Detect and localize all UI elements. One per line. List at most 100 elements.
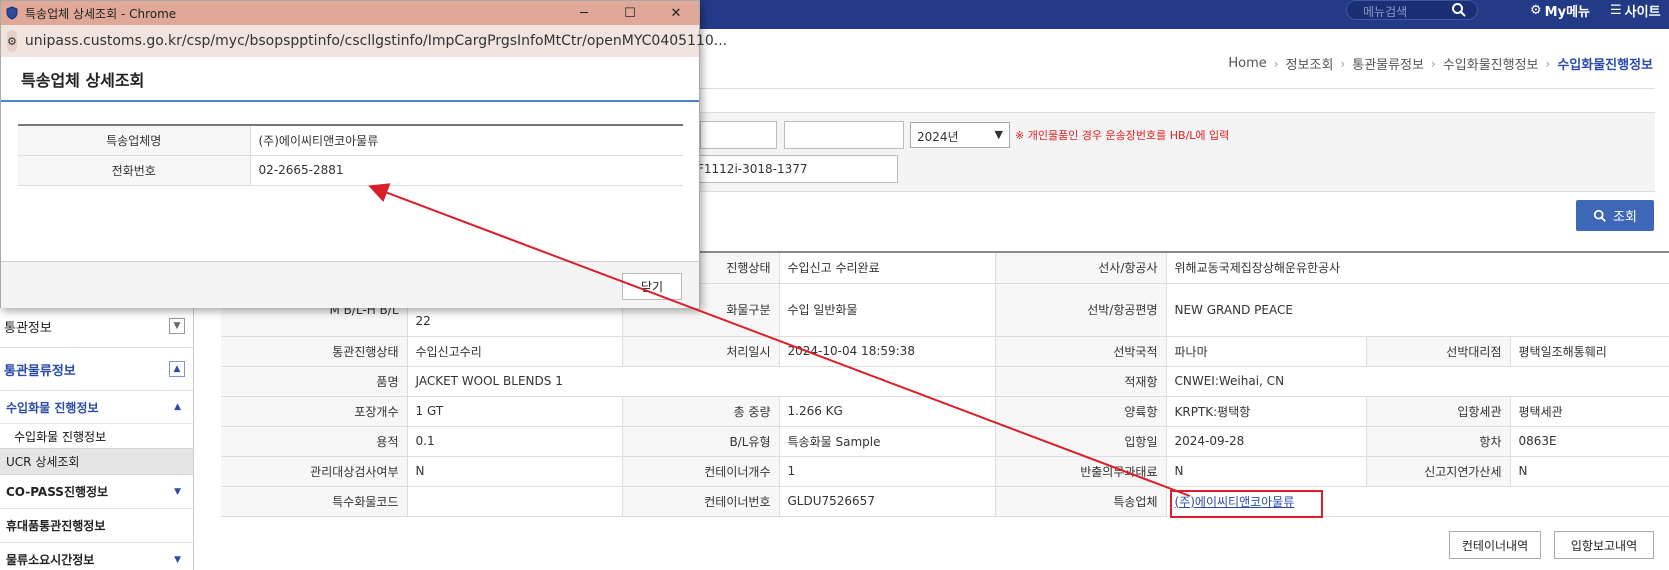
popup-titlebar[interactable]: 특송업체 상세조회 - Chrome ─ ☐ ✕ [1, 1, 699, 25]
year-select-value: 2024년 [917, 130, 959, 144]
caret-up-icon: ▲ [174, 402, 181, 412]
table-cell: 1.266 KG [779, 396, 996, 427]
breadcrumb-item[interactable]: 통관물류정보 [1352, 54, 1424, 73]
search-button[interactable]: 조회 [1576, 200, 1654, 231]
nav-item-logistics-info[interactable]: 통관물류정보 ▲ [0, 348, 193, 391]
breadcrumb: Home › 정보조회 › 통관물류정보 › 수입화물진행정보 › 수입화물진행정보 [1228, 54, 1653, 73]
site-info-icon[interactable]: ⚙ [7, 30, 17, 52]
table-cell: 선사/항공사 [995, 253, 1167, 284]
menu-search-placeholder: 메뉴검색 [1363, 5, 1408, 19]
highlight-box [1170, 490, 1323, 518]
table-cell: N [407, 456, 623, 487]
table-cell: KRPTK:평택항 [1166, 396, 1367, 427]
table-cell: 평택일조해통훼리 [1510, 336, 1669, 367]
table-cell: NEW GRAND PEACE [1166, 283, 1669, 337]
table-cell: 특송업체 [995, 486, 1167, 517]
table-cell: CNWEI:Weihai, CN [1166, 366, 1669, 397]
chevron-up-icon[interactable]: ▲ [169, 361, 185, 377]
hbl-input[interactable]: F1112i-3018-1377 [690, 155, 898, 183]
table-cell: N [1166, 456, 1367, 487]
table-cell: 양륙항 [995, 396, 1167, 427]
table-row: 전화번호 02-2665-2881 [18, 155, 683, 186]
maximize-icon[interactable]: ☐ [607, 1, 653, 25]
sitemap-button[interactable]: ☰ 사이트 [1610, 0, 1661, 20]
table-cell: 특수화물코드 [221, 486, 408, 517]
container-list-button[interactable]: 컨테이너내역 [1449, 531, 1541, 559]
popup-table: 특송업체명 (주)에이씨티앤코아물류 전화번호 02-2665-2881 [18, 124, 683, 186]
nav-item-copass[interactable]: CO-PASS진행정보 ▼ [0, 475, 193, 509]
arrival-report-button[interactable]: 입항보고내역 [1554, 531, 1654, 559]
popup-heading: 특송업체 상세조회 [1, 57, 699, 102]
table-cell: 품명 [221, 366, 408, 397]
search-icon[interactable] [1451, 2, 1467, 18]
chevron-down-icon: ▼ [994, 128, 1003, 141]
chevron-right-icon: › [1340, 56, 1346, 71]
nav-item-logistics-time[interactable]: 물류소요시간정보 ▼ [0, 543, 193, 570]
year-select[interactable]: 2024년 ▼ [910, 122, 1010, 148]
hbl-input-value: F1112i-3018-1377 [697, 162, 808, 176]
breadcrumb-item[interactable]: Home [1228, 56, 1266, 71]
table-cell: 특송업체명 [18, 125, 251, 156]
popup-url: unipass.customs.go.kr/csp/myc/bsopspptin… [24, 33, 728, 49]
table-cell: 전화번호 [18, 155, 251, 186]
table-cell: N [1510, 456, 1669, 487]
close-icon[interactable]: ✕ [653, 1, 699, 25]
bl-number-input[interactable] [784, 121, 904, 149]
popup-window-title: 특송업체 상세조회 - Chrome [25, 6, 177, 21]
hamburger-icon: ☰ [1610, 2, 1622, 18]
table-cell: 컨테이너번호 [622, 486, 780, 517]
table-row: 관리대상검사여부 N 컨테이너개수 1 반출의무과태료 N 신고지연가산세 N [221, 456, 1669, 487]
table-cell: 0.1 [407, 426, 623, 457]
divider [193, 305, 194, 570]
table-cell: 용적 [221, 426, 408, 457]
nav-item-label: 통관물류정보 [4, 363, 76, 379]
nav-item-label: CO-PASS진행정보 [6, 485, 109, 499]
table-row: 특수화물코드 컨테이너번호 GLDU7526657 특송업체 (주)에이씨티앤코… [221, 486, 1669, 517]
left-navigation: 통관정보 ▼ 통관물류정보 ▲ 수입화물 진행정보 ▲ 수입화물 진행정보 UC… [0, 305, 193, 570]
popup-address-bar[interactable]: ⚙ unipass.customs.go.kr/csp/myc/bsopsppt… [1, 25, 727, 57]
nav-item-portable[interactable]: 휴대품통관진행정보 [0, 509, 193, 543]
table-row: 포장개수 1 GT 총 중량 1.266 KG 양륙항 KRPTK:평택항 입항… [221, 396, 1669, 427]
bl-year-input[interactable] [700, 121, 777, 149]
table-cell: 항차 [1366, 426, 1511, 457]
minimize-icon[interactable]: ─ [561, 1, 607, 25]
chevron-right-icon: › [1545, 56, 1551, 71]
nav-leaf-import-cargo[interactable]: 수입화물 진행정보 [0, 424, 193, 448]
table-cell: 통관진행상태 [221, 336, 408, 367]
breadcrumb-item[interactable]: 정보조회 [1286, 54, 1334, 73]
nav-item-ucr[interactable]: UCR 상세조회 [0, 448, 193, 475]
table-cell: B/L유형 [622, 426, 780, 457]
table-cell: 포장개수 [221, 396, 408, 427]
table-cell: 총 중량 [622, 396, 780, 427]
table-cell: (주)에이씨티앤코아물류 [250, 125, 683, 156]
search-button-label: 조회 [1613, 210, 1637, 225]
gear-icon: ⚙ [1530, 2, 1542, 18]
nav-item-customs-info[interactable]: 통관정보 ▼ [0, 305, 193, 348]
table-cell: 처리일시 [622, 336, 780, 367]
table-cell: 평택세관 [1510, 396, 1669, 427]
table-cell: GLDU7526657 [779, 486, 996, 517]
breadcrumb-item[interactable]: 수입화물진행정보 [1443, 54, 1539, 73]
popup-close-button[interactable]: 닫기 [622, 273, 682, 300]
table-cell: 02-2665-2881 [250, 155, 683, 186]
table-cell: 입항세관 [1366, 396, 1511, 427]
nav-sub-import-cargo[interactable]: 수입화물 진행정보 ▲ [0, 391, 193, 424]
nav-item-label: 물류소요시간정보 [6, 553, 95, 567]
menu-search-input[interactable]: 메뉴검색 [1346, 0, 1478, 20]
table-cell: 수입신고수리 [407, 336, 623, 367]
table-cell: 2024-10-04 18:59:38 [779, 336, 996, 367]
table-cell: 적재항 [995, 366, 1167, 397]
chevron-down-icon[interactable]: ▼ [169, 318, 185, 334]
table-cell: JACKET WOOL BLENDS 1 [407, 366, 996, 397]
table-row: 용적 0.1 B/L유형 특송화물 Sample 입항일 2024-09-28 … [221, 426, 1669, 457]
divider [700, 88, 1655, 89]
table-cell: 1 GT [407, 396, 623, 427]
caret-down-icon: ▼ [174, 486, 181, 497]
mymenu-button[interactable]: ⚙ My메뉴 [1530, 0, 1590, 20]
mymenu-label: My메뉴 [1544, 4, 1590, 20]
nav-sub-label: 수입화물 진행정보 [6, 400, 99, 415]
shield-icon [6, 6, 18, 20]
table-cell: 관리대상검사여부 [221, 456, 408, 487]
search-icon [1593, 209, 1606, 222]
table-cell: 입항일 [995, 426, 1167, 457]
